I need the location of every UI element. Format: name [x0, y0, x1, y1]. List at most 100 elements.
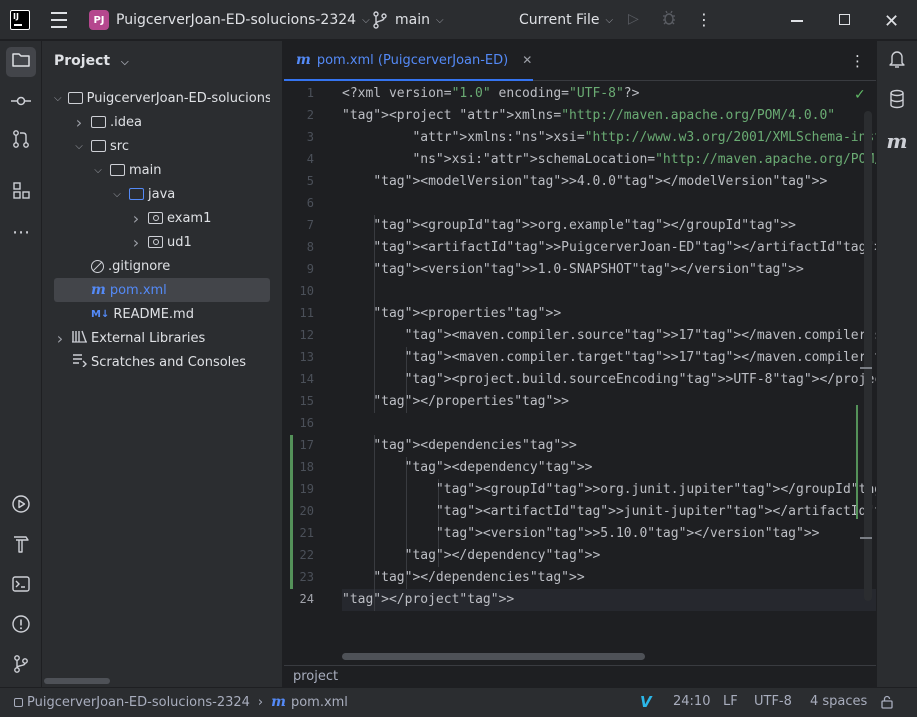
- line-number[interactable]: 1: [284, 86, 314, 100]
- file-encoding[interactable]: UTF-8: [754, 694, 792, 709]
- lock-icon[interactable]: [880, 695, 894, 709]
- branch-switcher[interactable]: main ⌵: [395, 12, 444, 28]
- tree-item[interactable]: .gitignore: [54, 254, 270, 278]
- tree-item[interactable]: › External Libraries: [54, 326, 270, 350]
- line-number[interactable]: 19: [284, 482, 314, 496]
- problems-tool-button[interactable]: [6, 611, 36, 641]
- line-ending[interactable]: LF: [723, 694, 738, 709]
- line-number[interactable]: 22: [284, 548, 314, 562]
- line-number[interactable]: 14: [284, 372, 314, 386]
- code-line[interactable]: "tag"><groupId"tag">>org.junit.jupiter"t…: [342, 479, 876, 501]
- line-number[interactable]: 24: [284, 592, 314, 606]
- code-line[interactable]: <?xml version="1.0" encoding="UTF-8"?>: [342, 83, 639, 105]
- code-line[interactable]: "attr">xmlns:"ns">xsi="http://www.w3.org…: [342, 127, 876, 149]
- line-number[interactable]: 5: [284, 174, 314, 188]
- code-area[interactable]: <?xml version="1.0" encoding="UTF-8"?> "t…: [342, 83, 876, 643]
- tree-item[interactable]: Scratches and Consoles: [54, 350, 270, 374]
- tree-item[interactable]: › exam1: [54, 206, 270, 230]
- more-actions-icon[interactable]: ⋮: [850, 52, 865, 70]
- horizontal-scrollbar[interactable]: [342, 653, 645, 660]
- minimize-window-button[interactable]: [791, 20, 803, 22]
- commit-tool-button[interactable]: [6, 87, 36, 117]
- code-line[interactable]: "tag"><properties"tag">>: [342, 303, 561, 325]
- line-number[interactable]: 17: [284, 438, 314, 452]
- code-line[interactable]: "tag"><artifactId"tag">>PuigcerverJoan-E…: [342, 237, 876, 259]
- project-badge[interactable]: PJ: [89, 10, 109, 30]
- run-tool-button[interactable]: [6, 491, 36, 521]
- tree-item[interactable]: › ud1: [54, 230, 270, 254]
- tree-item[interactable]: › .idea: [54, 110, 270, 134]
- line-number[interactable]: 11: [284, 306, 314, 320]
- code-line[interactable]: "tag"><project.build.sourceEncoding"tag"…: [342, 369, 876, 391]
- line-number[interactable]: 10: [284, 284, 314, 298]
- main-menu-button[interactable]: [50, 12, 68, 28]
- more-tools-icon[interactable]: ⋯: [6, 217, 36, 247]
- code-line[interactable]: "tag"><version"tag">>5.10.0"tag"></versi…: [342, 523, 820, 545]
- code-line[interactable]: "tag"><project "attr">xmlns="http://mave…: [342, 105, 835, 127]
- line-number[interactable]: 4: [284, 152, 314, 166]
- code-line[interactable]: "tag"><artifactId"tag">>junit-jupiter"ta…: [342, 501, 876, 523]
- code-line[interactable]: "ns">xsi:"attr">schemaLocation="http://m…: [342, 149, 876, 171]
- code-line[interactable]: "tag"><groupId"tag">>org.example"tag"></…: [342, 215, 796, 237]
- line-number[interactable]: 16: [284, 416, 314, 430]
- status-breadcrumb[interactable]: PuigcerverJoan-ED-solucions-2324 › m pom…: [14, 694, 348, 710]
- database-tool-button[interactable]: [882, 86, 912, 116]
- code-line[interactable]: "tag"></dependencies"tag">>: [342, 567, 584, 589]
- indent-setting[interactable]: 4 spaces: [810, 694, 867, 709]
- tree-item[interactable]: ⌵ PuigcerverJoan-ED-solucions-: [54, 86, 270, 110]
- line-number[interactable]: 9: [284, 262, 314, 276]
- line-number[interactable]: 20: [284, 504, 314, 518]
- line-number[interactable]: 18: [284, 460, 314, 474]
- code-line[interactable]: "tag"></properties"tag">>: [342, 391, 569, 413]
- line-number[interactable]: 8: [284, 240, 314, 254]
- chevron-right-icon[interactable]: ›: [130, 233, 142, 252]
- tree-item[interactable]: ⌵ main: [54, 158, 270, 182]
- terminal-tool-button[interactable]: [6, 571, 36, 601]
- structure-tool-button[interactable]: [6, 177, 36, 207]
- tree-item[interactable]: m pom.xml: [54, 278, 270, 302]
- close-window-button[interactable]: ✕: [884, 11, 899, 32]
- chevron-down-icon[interactable]: ⌵: [73, 141, 85, 152]
- maximize-window-button[interactable]: [839, 14, 850, 25]
- chevron-right-icon[interactable]: ›: [73, 113, 85, 132]
- chevron-right-icon[interactable]: ›: [130, 209, 142, 228]
- line-number[interactable]: 13: [284, 350, 314, 364]
- build-tool-button[interactable]: [6, 531, 36, 561]
- line-number[interactable]: 2: [284, 108, 314, 122]
- run-configuration-selector[interactable]: Current File ⌵: [519, 12, 613, 28]
- tree-item[interactable]: M↓ README.md: [54, 302, 270, 326]
- close-icon[interactable]: ✕: [522, 53, 532, 67]
- code-line[interactable]: "tag"><maven.compiler.source"tag">>17"ta…: [342, 325, 876, 347]
- run-icon[interactable]: ▷: [628, 11, 639, 27]
- line-number[interactable]: 12: [284, 328, 314, 342]
- project-tool-button[interactable]: [6, 47, 36, 77]
- code-line[interactable]: "tag"></project"tag">>: [342, 589, 514, 611]
- caret-position[interactable]: 24:10: [673, 694, 710, 709]
- code-line[interactable]: "tag"></dependency"tag">>: [342, 545, 601, 567]
- code-line[interactable]: "tag"><dependencies"tag">>: [342, 435, 577, 457]
- horizontal-scrollbar[interactable]: [44, 678, 110, 684]
- git-tool-button[interactable]: [6, 651, 36, 681]
- line-number[interactable]: 7: [284, 218, 314, 232]
- line-number[interactable]: 6: [284, 196, 314, 210]
- project-switcher[interactable]: PuigcerverJoan-ED-solucions-2324 ⌵: [116, 12, 370, 28]
- line-number[interactable]: 21: [284, 526, 314, 540]
- tree-item[interactable]: ⌵ java: [54, 182, 270, 206]
- code-line[interactable]: "tag"><dependency"tag">>: [342, 457, 593, 479]
- breadcrumb-item[interactable]: project: [293, 669, 338, 684]
- code-line[interactable]: "tag"><version"tag">>1.0-SNAPSHOT"tag"><…: [342, 259, 804, 281]
- chevron-down-icon[interactable]: ⌵: [92, 165, 104, 176]
- tree-item[interactable]: ⌵ src: [54, 134, 270, 158]
- vertical-scrollbar[interactable]: [864, 111, 872, 601]
- pull-requests-tool-button[interactable]: [6, 126, 36, 156]
- chevron-down-icon[interactable]: ⌵: [111, 189, 123, 200]
- chevron-down-icon[interactable]: ⌵: [54, 93, 62, 104]
- maven-tool-button[interactable]: m: [882, 126, 912, 156]
- code-line[interactable]: "tag"><maven.compiler.target"tag">>17"ta…: [342, 347, 876, 369]
- debug-icon[interactable]: [661, 10, 677, 26]
- code-line[interactable]: "tag"><modelVersion"tag">>4.0.0"tag"></m…: [342, 171, 827, 193]
- no-problems-check-icon[interactable]: ✓: [854, 87, 866, 103]
- more-actions-icon[interactable]: ⋮: [696, 10, 712, 29]
- vim-icon[interactable]: V: [640, 693, 652, 711]
- line-number[interactable]: 3: [284, 130, 314, 144]
